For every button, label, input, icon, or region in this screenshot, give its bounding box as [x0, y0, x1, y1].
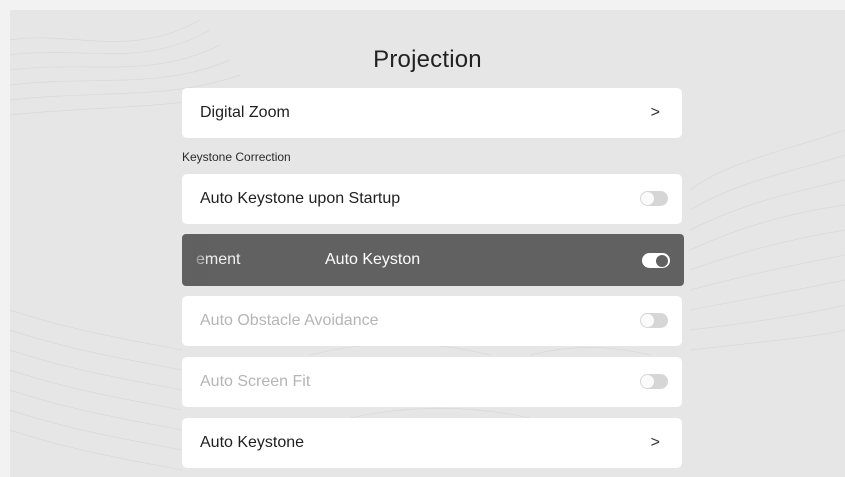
auto-keystone-startup-toggle[interactable] [640, 191, 668, 206]
toggle-knob [641, 314, 654, 327]
toast-left-text: ement [189, 234, 240, 286]
auto-screen-fit-toggle[interactable] [640, 374, 668, 389]
auto-keystone-row[interactable]: Auto Keystone > [182, 418, 682, 468]
toggle-knob [656, 254, 668, 267]
auto-keystone-label: Auto Keystone [200, 434, 305, 451]
auto-obstacle-avoidance-toggle[interactable] [640, 313, 668, 328]
auto-screen-fit-label: Auto Screen Fit [200, 373, 311, 390]
auto-obstacle-avoidance-label: Auto Obstacle Avoidance [200, 312, 379, 329]
toggle-knob [641, 192, 654, 205]
auto-obstacle-avoidance-row[interactable]: Auto Obstacle Avoidance [182, 296, 682, 346]
auto-screen-fit-row[interactable]: Auto Screen Fit [182, 357, 682, 407]
toast-auto-keystone-text: Auto Keyston [325, 234, 437, 286]
auto-keystone-startup-label: Auto Keystone upon Startup [200, 190, 401, 207]
projection-settings-screen: Projection Digital Zoom > Keystone Corre… [10, 10, 845, 477]
toggle-knob [641, 375, 654, 388]
auto-keystone-startup-row[interactable]: Auto Keystone upon Startup [182, 174, 682, 224]
toast-toggle[interactable] [642, 253, 670, 268]
keystone-correction-section-label: Keystone Correction [182, 150, 291, 164]
digital-zoom-row[interactable]: Digital Zoom > [182, 88, 682, 138]
toast-notification: ement Auto Keyston [182, 234, 684, 286]
page-title: Projection [373, 46, 482, 73]
digital-zoom-label: Digital Zoom [200, 104, 290, 121]
chevron-right-icon: > [650, 104, 660, 121]
chevron-right-icon: > [650, 434, 660, 451]
